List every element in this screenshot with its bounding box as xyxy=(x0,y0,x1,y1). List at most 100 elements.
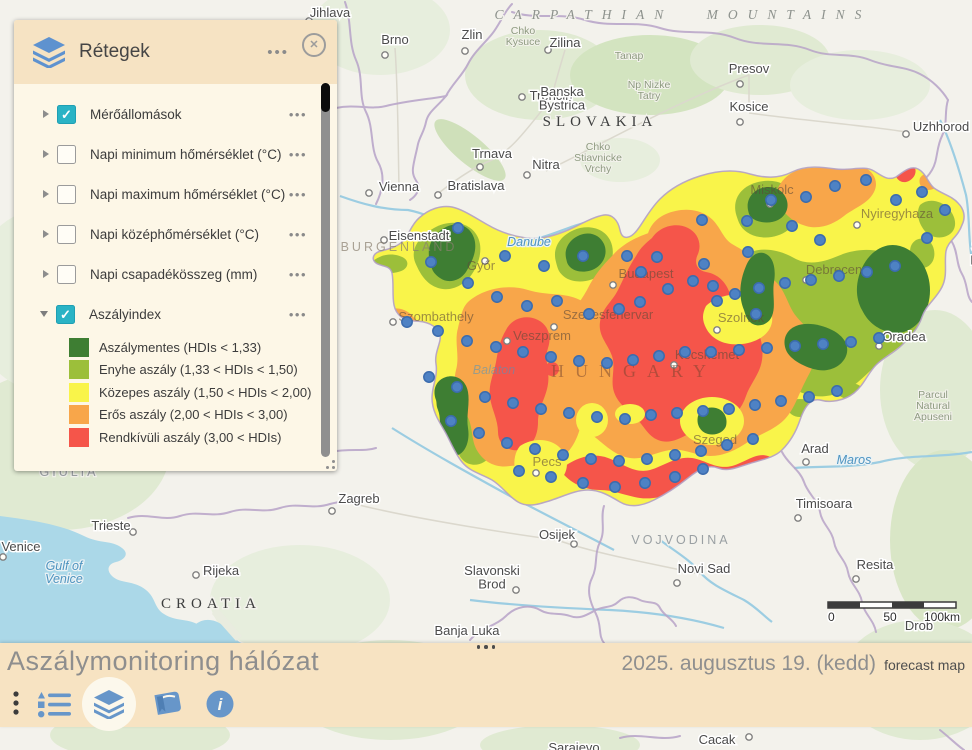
station-dot[interactable] xyxy=(696,446,706,456)
footer-drag-handle[interactable] xyxy=(470,643,502,651)
station-dot[interactable] xyxy=(480,392,490,402)
station-dot[interactable] xyxy=(697,215,707,225)
station-dot[interactable] xyxy=(433,326,443,336)
station-dot[interactable] xyxy=(636,267,646,277)
station-dot[interactable] xyxy=(426,257,436,267)
station-dot[interactable] xyxy=(672,408,682,418)
kebab-menu-icon[interactable] xyxy=(0,690,32,718)
station-dot[interactable] xyxy=(620,414,630,424)
info-button[interactable]: i xyxy=(194,690,246,718)
station-dot[interactable] xyxy=(564,408,574,418)
station-dot[interactable] xyxy=(652,252,662,262)
station-dot[interactable] xyxy=(922,233,932,243)
station-dot[interactable] xyxy=(592,412,602,422)
collapse-arrow-icon[interactable] xyxy=(40,311,48,317)
station-dot[interactable] xyxy=(558,450,568,460)
station-dot[interactable] xyxy=(502,438,512,448)
station-dot[interactable] xyxy=(654,351,664,361)
station-dot[interactable] xyxy=(787,221,797,231)
station-dot[interactable] xyxy=(750,400,760,410)
station-dot[interactable] xyxy=(539,261,549,271)
panel-scrollbar-track[interactable] xyxy=(321,83,330,457)
station-dot[interactable] xyxy=(546,352,556,362)
station-dot[interactable] xyxy=(818,339,828,349)
station-dot[interactable] xyxy=(402,317,412,327)
station-dot[interactable] xyxy=(584,309,594,319)
station-dot[interactable] xyxy=(462,336,472,346)
station-dot[interactable] xyxy=(670,472,680,482)
station-dot[interactable] xyxy=(699,259,709,269)
station-dot[interactable] xyxy=(706,347,716,357)
station-dot[interactable] xyxy=(635,297,645,307)
layer-checkbox[interactable] xyxy=(57,265,76,284)
station-dot[interactable] xyxy=(552,296,562,306)
layers-button-active[interactable] xyxy=(82,677,136,731)
station-dot[interactable] xyxy=(804,392,814,402)
station-dot[interactable] xyxy=(861,175,871,185)
station-dot[interactable] xyxy=(940,205,950,215)
station-dot[interactable] xyxy=(776,396,786,406)
expand-arrow-icon[interactable] xyxy=(43,270,49,278)
station-dot[interactable] xyxy=(801,192,811,202)
station-dot[interactable] xyxy=(640,478,650,488)
station-dot[interactable] xyxy=(446,416,456,426)
station-dot[interactable] xyxy=(602,358,612,368)
station-dot[interactable] xyxy=(846,337,856,347)
expand-arrow-icon[interactable] xyxy=(43,190,49,198)
station-dot[interactable] xyxy=(514,466,524,476)
expand-arrow-icon[interactable] xyxy=(43,110,49,118)
layer-menu-icon[interactable]: ••• xyxy=(289,307,307,322)
panel-close-button[interactable]: ✕ xyxy=(302,33,326,57)
layer-checkbox[interactable] xyxy=(57,185,76,204)
station-dot[interactable] xyxy=(491,342,501,352)
station-dot[interactable] xyxy=(670,450,680,460)
station-dot[interactable] xyxy=(790,341,800,351)
station-dot[interactable] xyxy=(834,271,844,281)
station-dot[interactable] xyxy=(751,309,761,319)
station-dot[interactable] xyxy=(578,478,588,488)
layer-menu-icon[interactable]: ••• xyxy=(289,267,307,282)
station-dot[interactable] xyxy=(610,482,620,492)
layer-checkbox[interactable]: ✓ xyxy=(57,105,76,124)
layer-menu-icon[interactable]: ••• xyxy=(289,107,307,122)
station-dot[interactable] xyxy=(730,289,740,299)
station-dot[interactable] xyxy=(530,444,540,454)
station-dot[interactable] xyxy=(522,301,532,311)
station-dot[interactable] xyxy=(622,251,632,261)
station-dot[interactable] xyxy=(424,372,434,382)
station-dot[interactable] xyxy=(492,292,502,302)
station-dot[interactable] xyxy=(830,181,840,191)
station-dot[interactable] xyxy=(698,464,708,474)
station-dot[interactable] xyxy=(712,296,722,306)
station-dot[interactable] xyxy=(578,251,588,261)
station-dot[interactable] xyxy=(508,398,518,408)
station-dot[interactable] xyxy=(574,356,584,366)
station-dot[interactable] xyxy=(890,261,900,271)
station-dot[interactable] xyxy=(742,216,752,226)
station-dot[interactable] xyxy=(891,195,901,205)
station-dot[interactable] xyxy=(628,355,638,365)
station-dot[interactable] xyxy=(474,428,484,438)
station-dot[interactable] xyxy=(698,406,708,416)
expand-arrow-icon[interactable] xyxy=(43,230,49,238)
layer-checkbox[interactable] xyxy=(57,145,76,164)
station-dot[interactable] xyxy=(614,304,624,314)
station-dot[interactable] xyxy=(452,382,462,392)
panel-resize-grip[interactable] xyxy=(322,456,336,470)
station-dot[interactable] xyxy=(762,343,772,353)
station-dot[interactable] xyxy=(463,278,473,288)
station-dot[interactable] xyxy=(748,434,758,444)
station-dot[interactable] xyxy=(754,283,764,293)
station-dot[interactable] xyxy=(586,454,596,464)
station-dot[interactable] xyxy=(734,345,744,355)
station-dot[interactable] xyxy=(663,284,673,294)
panel-menu-icon[interactable]: ••• xyxy=(267,44,289,61)
panel-scrollbar-thumb[interactable] xyxy=(321,83,330,112)
station-dot[interactable] xyxy=(862,267,872,277)
station-dot[interactable] xyxy=(646,410,656,420)
station-dot[interactable] xyxy=(832,386,842,396)
expand-arrow-icon[interactable] xyxy=(43,150,49,158)
station-dot[interactable] xyxy=(917,187,927,197)
station-dot[interactable] xyxy=(815,235,825,245)
layer-checkbox[interactable]: ✓ xyxy=(56,305,75,324)
